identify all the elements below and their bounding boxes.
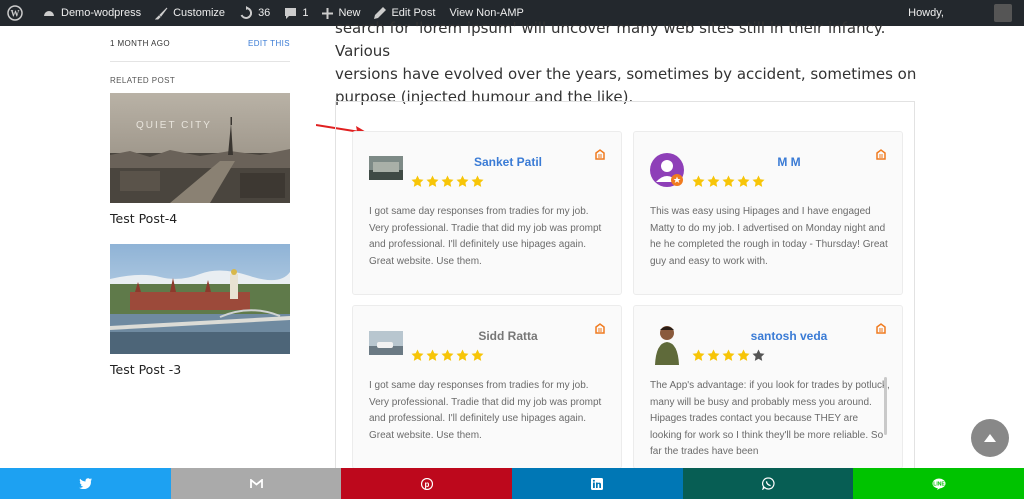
comments-count: 1 <box>302 7 309 19</box>
star-rating <box>692 175 765 188</box>
reviewer-name[interactable]: Sanket Patil <box>413 155 603 169</box>
post-meta: 1 MONTH AGO EDIT THIS <box>110 39 290 48</box>
reviewer-avatar <box>650 321 684 365</box>
star-filled-icon <box>707 175 720 187</box>
share-bar: p LINE <box>0 468 1024 499</box>
svg-text:LINE: LINE <box>933 481 945 487</box>
svg-text:p: p <box>424 480 429 489</box>
star-filled-icon <box>737 175 750 187</box>
article-line: search for 'lorem ipsum' will uncover ma… <box>335 19 886 60</box>
star-filled-icon <box>456 349 469 361</box>
linkedin-icon <box>591 477 604 490</box>
reviewer-avatar <box>369 156 403 180</box>
related-post-thumbnail-paris[interactable]: QUIET CITY <box>110 93 290 203</box>
customize-label: Customize <box>173 7 226 19</box>
review-card: Sidd Ratta I got same day responses from… <box>352 305 622 469</box>
star-filled-icon <box>426 349 439 361</box>
review-card: M M This was easy using Hipages and I ha… <box>633 131 903 295</box>
star-filled-icon <box>692 349 705 361</box>
dashboard-icon <box>44 11 54 16</box>
whatsapp-icon <box>761 477 775 490</box>
reviewer-avatar <box>369 331 403 355</box>
share-line-button[interactable]: LINE <box>853 468 1024 499</box>
line-icon: LINE <box>932 478 946 490</box>
share-pinterest-button[interactable]: p <box>341 468 513 499</box>
hipages-icon[interactable] <box>595 323 605 334</box>
related-post-thumbnail-moscow[interactable] <box>110 244 290 354</box>
plus-icon <box>322 7 334 19</box>
article-paragraph: search for 'lorem ipsum' will uncover ma… <box>335 17 935 109</box>
share-linkedin-button[interactable] <box>512 468 683 499</box>
share-twitter-button[interactable] <box>0 468 171 499</box>
article-body: search for 'lorem ipsum' will uncover ma… <box>335 19 935 109</box>
sidebar: 1 MONTH AGO EDIT THIS RELATED POST QUIET… <box>110 26 290 377</box>
updates-count: 36 <box>258 7 271 19</box>
star-rating <box>411 175 484 188</box>
related-post-title[interactable]: Test Post -3 <box>110 362 290 377</box>
review-text: This was easy using Hipages and I have e… <box>650 206 888 267</box>
site-name-link[interactable]: Demo-wodpress <box>35 0 148 26</box>
review-card: Sanket Patil I got same day responses fr… <box>352 131 622 295</box>
reviewer-avatar <box>650 153 684 187</box>
review-text: I got same day responses from tradies fo… <box>369 206 602 267</box>
star-filled-icon <box>441 349 454 361</box>
wordpress-logo-icon[interactable]: W <box>0 0 35 26</box>
site-name: Demo-wodpress <box>61 7 142 19</box>
related-post-title[interactable]: Test Post-4 <box>110 211 290 226</box>
star-filled-icon <box>692 175 705 187</box>
reviewer-name[interactable]: Sidd Ratta <box>413 329 603 343</box>
user-avatar <box>994 4 1012 22</box>
back-to-top-button[interactable] <box>971 419 1009 457</box>
gmail-icon <box>249 478 263 488</box>
time-ago: 1 MONTH AGO <box>110 39 170 48</box>
star-empty-icon <box>752 349 765 361</box>
hipages-icon[interactable] <box>595 149 605 160</box>
star-filled-icon <box>441 175 454 187</box>
pinterest-icon: p <box>420 477 433 490</box>
star-filled-icon <box>411 175 424 187</box>
star-filled-icon <box>471 349 484 361</box>
review-scrollbar[interactable] <box>884 377 887 435</box>
reviewer-name[interactable]: M M <box>694 155 884 169</box>
star-rating <box>692 349 765 362</box>
star-filled-icon <box>722 349 735 361</box>
brush-icon <box>155 7 168 19</box>
star-rating <box>411 349 484 362</box>
hipages-icon[interactable] <box>876 323 886 334</box>
star-filled-icon <box>707 349 720 361</box>
updates-icon <box>240 6 253 19</box>
related-posts-heading: RELATED POST <box>110 76 176 85</box>
svg-text:W: W <box>11 9 20 19</box>
review-text: The App's advantage: if you look for tra… <box>650 380 890 456</box>
updates-link[interactable]: 36 <box>232 0 277 26</box>
star-filled-icon <box>456 175 469 187</box>
star-filled-icon <box>426 175 439 187</box>
hipages-icon[interactable] <box>876 149 886 160</box>
caret-up-icon <box>984 434 996 442</box>
review-text: I got same day responses from tradies fo… <box>369 380 602 441</box>
review-card: santosh veda The App's advantage: if you… <box>633 305 903 469</box>
reviews-widget: Sanket Patil I got same day responses fr… <box>335 101 915 481</box>
share-whatsapp-button[interactable] <box>682 468 854 499</box>
comments-link[interactable]: 1 <box>277 0 315 26</box>
divider <box>110 61 290 62</box>
star-filled-icon <box>411 349 424 361</box>
customize-link[interactable]: Customize <box>148 0 232 26</box>
star-filled-icon <box>737 349 750 361</box>
thumbnail-caption: QUIET CITY <box>136 120 212 131</box>
star-filled-icon <box>722 175 735 187</box>
article-line: versions have evolved over the years, so… <box>335 65 917 83</box>
star-filled-icon <box>752 175 765 187</box>
twitter-icon <box>78 478 92 489</box>
star-filled-icon <box>471 175 484 187</box>
reviewer-name[interactable]: santosh veda <box>694 329 884 343</box>
share-email-button[interactable] <box>170 468 342 499</box>
edit-this-link[interactable]: EDIT THIS <box>248 39 290 48</box>
comment-icon <box>285 7 297 19</box>
